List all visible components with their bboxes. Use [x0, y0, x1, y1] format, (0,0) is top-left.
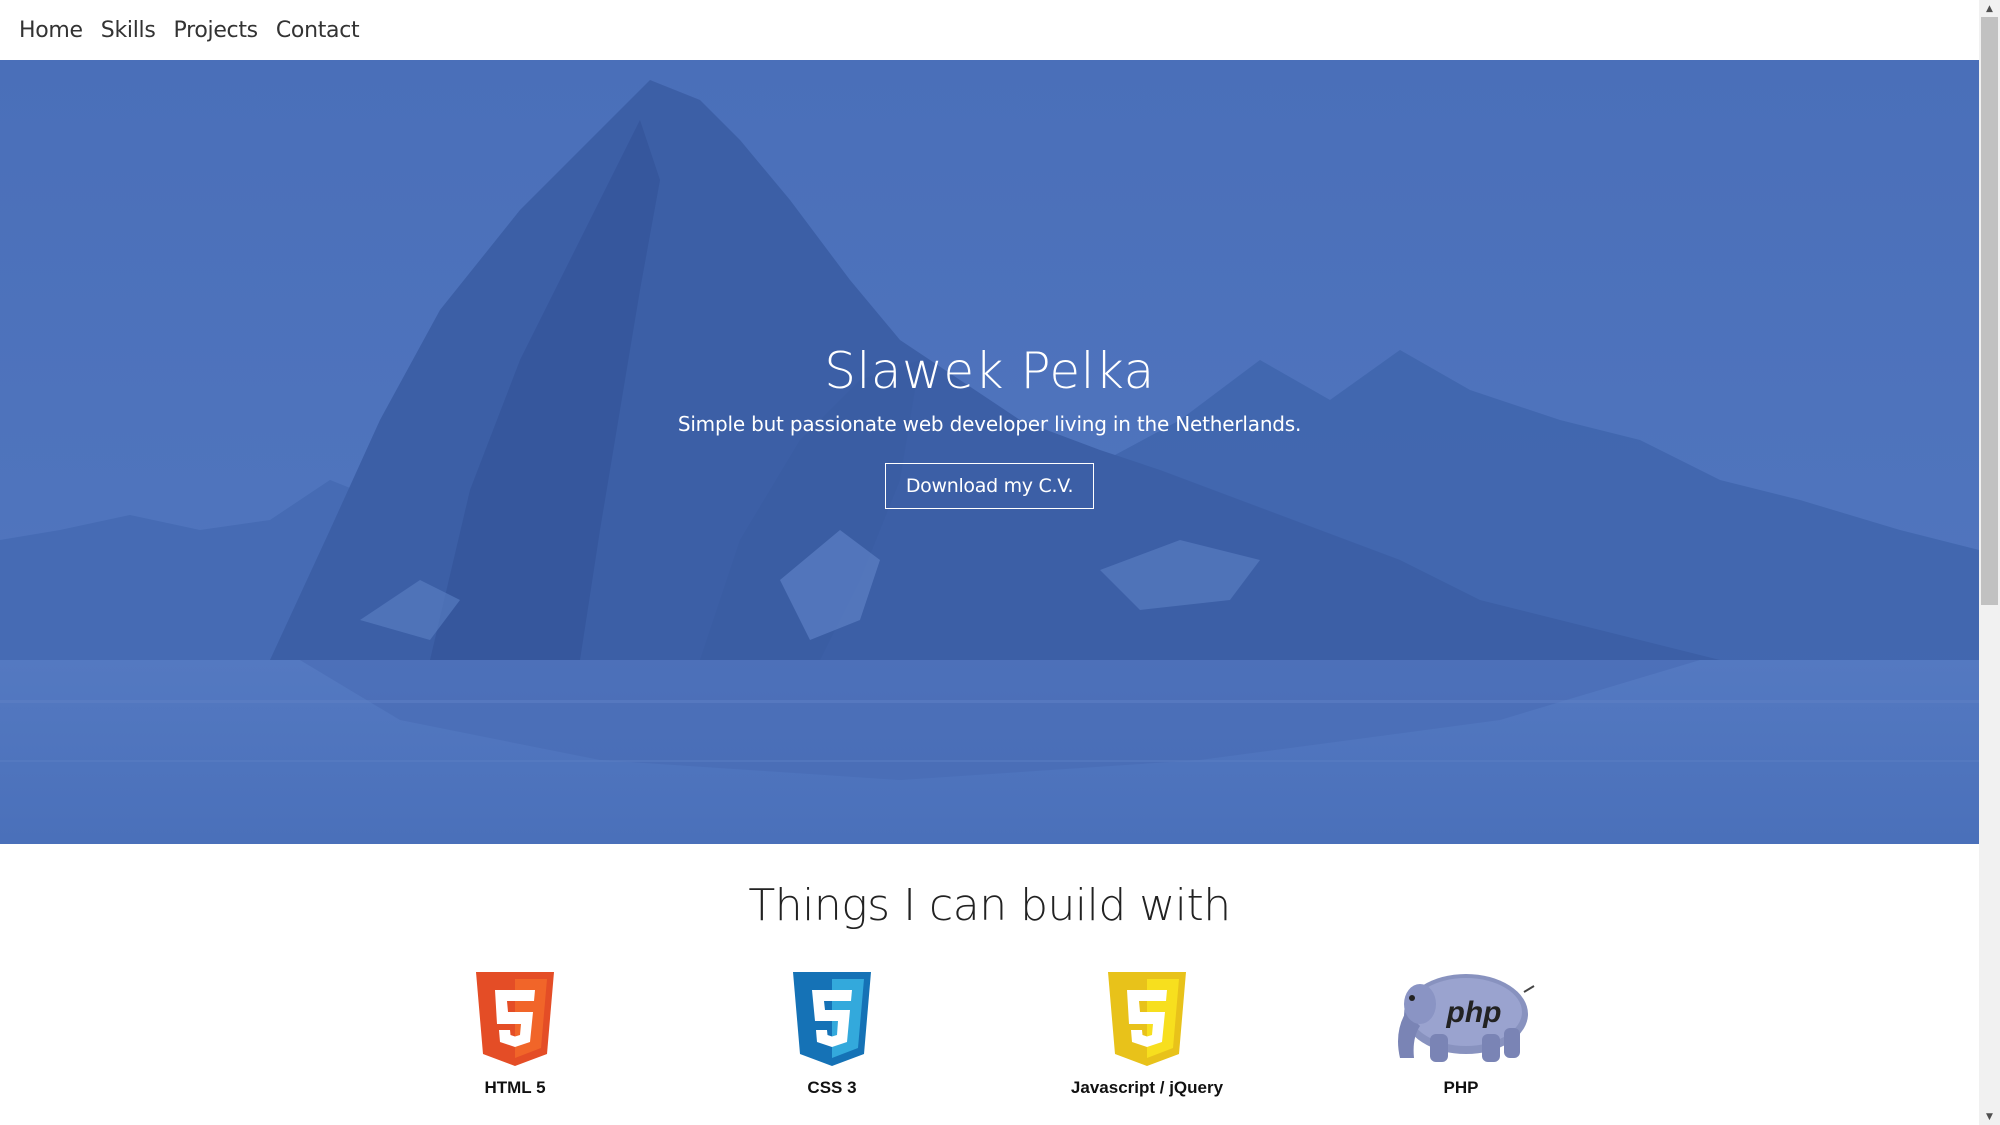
- skill-item-html5: HTML 5: [405, 972, 625, 1098]
- nav-link-skills[interactable]: Skills: [101, 18, 156, 43]
- scroll-up-arrow-icon[interactable]: ▲: [1979, 0, 2000, 17]
- skill-item-php: php PHP: [1351, 972, 1571, 1098]
- page: Home Skills Projects Contact Slawek Pelk…: [0, 0, 2000, 1125]
- html5-logo-icon: [476, 972, 554, 1066]
- css3-logo-icon: [793, 972, 871, 1066]
- hero-title: Slawek Pelka: [824, 342, 1155, 400]
- svg-text:php: php: [1446, 996, 1502, 1029]
- skills-heading: Things I can build with: [748, 880, 1231, 931]
- scrollbar-thumb[interactable]: [1981, 17, 1998, 605]
- page-scrollbar[interactable]: ▲ ▼: [1979, 0, 2000, 1125]
- mountain-background-image: [0, 60, 1979, 844]
- top-navbar: Home Skills Projects Contact: [0, 0, 1979, 60]
- skill-item-javascript: Javascript / jQuery: [1037, 972, 1257, 1098]
- download-cv-button[interactable]: Download my C.V.: [885, 463, 1094, 509]
- php-elephant-icon: php: [1398, 974, 1535, 1062]
- js-logo-icon: [1108, 972, 1186, 1066]
- nav-link-projects[interactable]: Projects: [174, 18, 259, 43]
- hero-subtitle: Simple but passionate web developer livi…: [677, 412, 1302, 436]
- nav-link-contact[interactable]: Contact: [276, 18, 360, 43]
- skill-label-css3: CSS 3: [807, 1078, 857, 1097]
- skill-label-javascript: Javascript / jQuery: [1070, 1078, 1224, 1097]
- nav-link-home[interactable]: Home: [19, 18, 83, 43]
- hero-section: Slawek Pelka Simple but passionate web d…: [0, 60, 1979, 844]
- scroll-down-arrow-icon[interactable]: ▼: [1979, 1108, 2000, 1125]
- skill-item-css3: CSS 3: [722, 972, 942, 1098]
- skill-label-html5: HTML 5: [484, 1078, 546, 1097]
- skill-label-php: PHP: [1443, 1078, 1479, 1097]
